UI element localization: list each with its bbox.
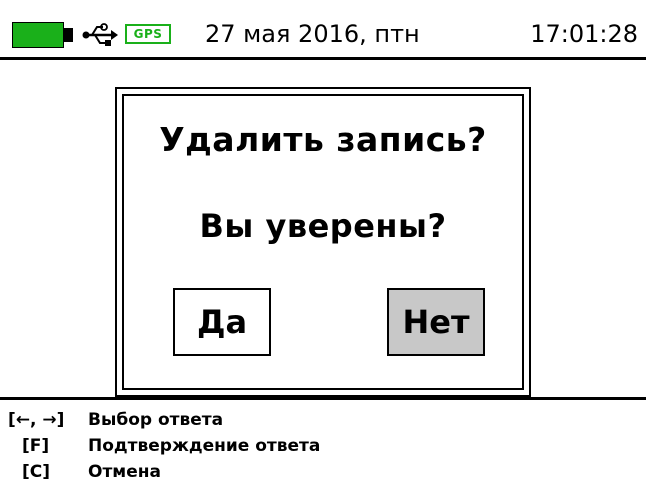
battery-icon: [12, 22, 64, 48]
hint-row: [F] Подтверждение ответа: [0, 433, 646, 459]
hint-text: Отмена: [88, 462, 161, 482]
hint-row: [←, →] Выбор ответа: [0, 407, 646, 433]
dialog-title: Удалить запись?: [159, 120, 487, 159]
usb-icon: [82, 23, 118, 46]
device-screen: GPS 27 мая 2016, птн 17:01:28 Удалить за…: [0, 0, 646, 494]
hint-text: Подтверждение ответа: [88, 436, 321, 456]
status-date: 27 мая 2016, птн: [205, 20, 420, 48]
dialog-question: Вы уверены?: [199, 207, 447, 245]
confirm-dialog-frame: Удалить запись? Вы уверены? Да Нет: [122, 94, 524, 390]
status-time: 17:01:28: [530, 20, 638, 48]
yes-button[interactable]: Да: [173, 288, 271, 356]
hint-row: [C] Отмена: [0, 459, 646, 485]
status-bar: GPS 27 мая 2016, птн 17:01:28: [0, 0, 646, 60]
battery-terminal: [64, 28, 73, 42]
footer-divider: [0, 397, 646, 400]
no-button[interactable]: Нет: [387, 288, 485, 356]
key-hints: [←, →] Выбор ответа [F] Подтверждение от…: [0, 407, 646, 485]
hint-text: Выбор ответа: [88, 410, 224, 430]
confirm-dialog: Удалить запись? Вы уверены? Да Нет: [115, 87, 531, 397]
hint-key: [F]: [22, 436, 50, 456]
gps-badge: GPS: [125, 24, 171, 44]
hint-key: [←, →]: [8, 410, 65, 430]
hint-key: [C]: [22, 462, 51, 482]
